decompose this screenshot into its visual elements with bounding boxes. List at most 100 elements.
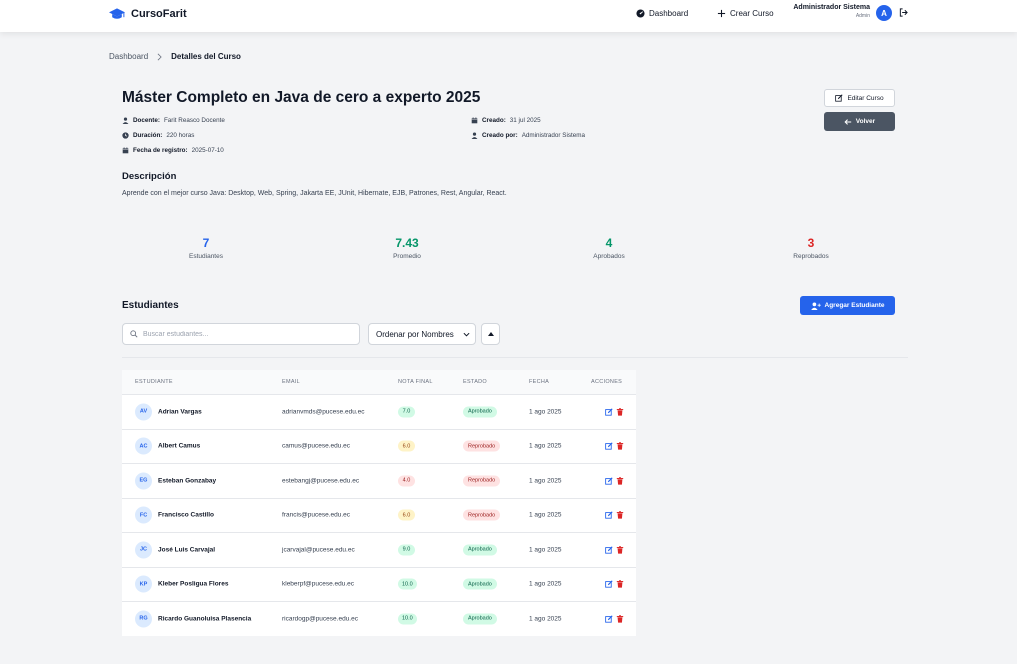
column-header[interactable]: NOTA FINAL — [398, 379, 433, 385]
student-initials: AC — [135, 437, 152, 455]
edit-icon[interactable] — [605, 511, 613, 519]
course-registered: Fecha de registro: 2025-07-10 — [122, 147, 224, 154]
row-actions — [605, 545, 624, 554]
student-email: kleberpf@pucese.edu.ec — [282, 580, 355, 588]
edit-icon[interactable] — [605, 408, 613, 416]
grade-badge: 7.0 — [398, 406, 415, 418]
avatar[interactable]: A — [876, 5, 892, 21]
nav-dashboard-link[interactable]: Dashboard — [636, 9, 688, 18]
created-by-value: Administrador Sistema — [521, 132, 586, 139]
registered-value: 2025-07-10 — [191, 147, 224, 154]
column-header[interactable]: EMAIL — [282, 379, 300, 385]
stat-average: 7.43 Promedio — [347, 236, 467, 260]
student-name: Kleber Posligua Flores — [158, 580, 229, 588]
edit-icon[interactable] — [605, 442, 613, 450]
course-teacher: Docente: Farit Reasco Docente — [122, 117, 225, 124]
trash-icon[interactable] — [616, 407, 624, 416]
table-row[interactable]: KP Kleber Posligua Flores kleberpf@pucese.… — [122, 566, 636, 601]
student-email: camus@pucese.edu.ec — [282, 442, 351, 450]
user-icon — [471, 132, 478, 139]
back-label: Volver — [855, 118, 876, 125]
students-title: Estudiantes — [122, 300, 179, 311]
breadcrumb-dashboard-link[interactable]: Dashboard — [109, 52, 148, 61]
status-badge: Reprobado — [463, 475, 501, 487]
caret-up-icon — [487, 332, 494, 336]
trash-icon[interactable] — [616, 614, 624, 623]
stat-failed: 3 Reprobados — [751, 236, 871, 260]
created-by-label: Creado por: — [482, 132, 518, 139]
stat-label: Promedio — [393, 253, 421, 260]
stat-approved: 4 Aprobados — [549, 236, 669, 260]
enrollment-date: 1 ago 2025 — [529, 511, 562, 519]
status-badge: Reprobado — [463, 509, 501, 521]
nav-dashboard-label: Dashboard — [649, 9, 689, 18]
nav-create-course-link[interactable]: Crear Curso — [717, 9, 774, 18]
description-title: Descripción — [122, 171, 177, 182]
table-row[interactable]: AC Albert Camus camus@pucese.edu.ec 6.0 Repr… — [122, 428, 636, 463]
trash-icon[interactable] — [616, 442, 624, 450]
user-icon — [122, 117, 129, 124]
table-row[interactable]: EG Esteban Gonzabay estebangj@pucese.edu.e… — [122, 463, 636, 498]
grade-badge: 6.0 — [398, 509, 415, 521]
column-header[interactable]: FECHA — [529, 379, 549, 385]
teacher-value: Farit Reasco Docente — [163, 117, 225, 124]
enrollment-date: 1 ago 2025 — [529, 546, 562, 554]
duration-label: Duración: — [133, 132, 163, 139]
status-badge: Aprobado — [463, 578, 497, 590]
column-header[interactable]: ESTADO — [463, 379, 487, 385]
row-actions — [605, 407, 624, 416]
stat-label: Estudiantes — [189, 253, 223, 260]
trash-icon[interactable] — [616, 511, 624, 519]
table-row[interactable]: FC Francisco Castillo francis@pucese.edu.e… — [122, 497, 636, 532]
table-header: ESTUDIANTE EMAIL NOTA FINAL ESTADO FECHA… — [122, 370, 636, 394]
brand[interactable]: CursoFarit — [109, 7, 187, 21]
back-button[interactable]: Volver — [824, 112, 895, 131]
search-icon — [130, 330, 138, 338]
table-row[interactable]: RG Ricardo Guanoluisa Plasencia ricardogp@… — [122, 601, 636, 636]
enrollment-date: 1 ago 2025 — [529, 442, 562, 450]
arrow-left-icon — [844, 118, 851, 125]
edit-icon[interactable] — [605, 580, 613, 588]
column-header[interactable]: ESTUDIANTE — [135, 379, 173, 385]
students-table: ESTUDIANTE EMAIL NOTA FINAL ESTADO FECHA… — [122, 370, 636, 636]
table-row[interactable]: AV Adrian Vargas adrianvmds@pucese.edu.ec 7… — [122, 394, 636, 429]
table-row[interactable]: JC José Luis Carvajal jcarvajal@pucese.edu… — [122, 532, 636, 567]
course-duration: Duración: 220 horas — [122, 132, 194, 139]
student-email: ricardogp@pucese.edu.ec — [282, 615, 358, 623]
student-email: adrianvmds@pucese.edu.ec — [282, 408, 365, 416]
student-email: francis@pucese.edu.ec — [282, 511, 351, 519]
teacher-label: Docente: — [133, 117, 160, 124]
add-student-button[interactable]: Agregar Estudiante — [800, 296, 895, 315]
sort-select[interactable]: Ordenar por Nombres — [368, 323, 476, 345]
sort-select-value: Ordenar por Nombres — [376, 329, 454, 339]
add-student-label: Agregar Estudiante — [824, 302, 885, 309]
edit-course-label: Editar Curso — [847, 94, 884, 102]
edit-icon[interactable] — [605, 477, 613, 485]
table-body: AV Adrian Vargas adrianvmds@pucese.edu.ec 7… — [122, 394, 636, 636]
enrollment-date: 1 ago 2025 — [529, 615, 562, 623]
student-initials: EG — [135, 472, 152, 490]
student-email: estebangj@pucese.edu.ec — [282, 477, 360, 485]
trash-icon[interactable] — [616, 580, 624, 588]
enrollment-date: 1 ago 2025 — [529, 408, 562, 416]
student-initials: FC — [135, 506, 152, 524]
breadcrumb-current: Detalles del Curso — [171, 52, 241, 61]
edit-course-button[interactable]: Editar Curso — [824, 89, 895, 107]
registered-label: Fecha de registro: — [133, 147, 188, 154]
sign-out-icon[interactable] — [899, 8, 908, 17]
edit-icon[interactable] — [605, 615, 613, 623]
sort-direction-button[interactable] — [481, 323, 500, 345]
edit-icon[interactable] — [605, 546, 613, 554]
user-role: Admin — [855, 13, 870, 19]
nav-create-course-label: Crear Curso — [730, 9, 774, 18]
search-input[interactable] — [143, 330, 343, 338]
clock-icon — [122, 132, 129, 139]
stat-value: 7.43 — [395, 236, 419, 250]
calendar-icon — [471, 117, 478, 124]
navbar: CursoFarit Dashboard Crear Curso Adminis… — [0, 0, 1017, 32]
grade-badge: 9.0 — [398, 544, 415, 556]
trash-icon[interactable] — [616, 545, 624, 554]
trash-icon[interactable] — [616, 476, 624, 485]
stat-label: Aprobados — [593, 253, 625, 260]
search-box — [122, 323, 360, 345]
